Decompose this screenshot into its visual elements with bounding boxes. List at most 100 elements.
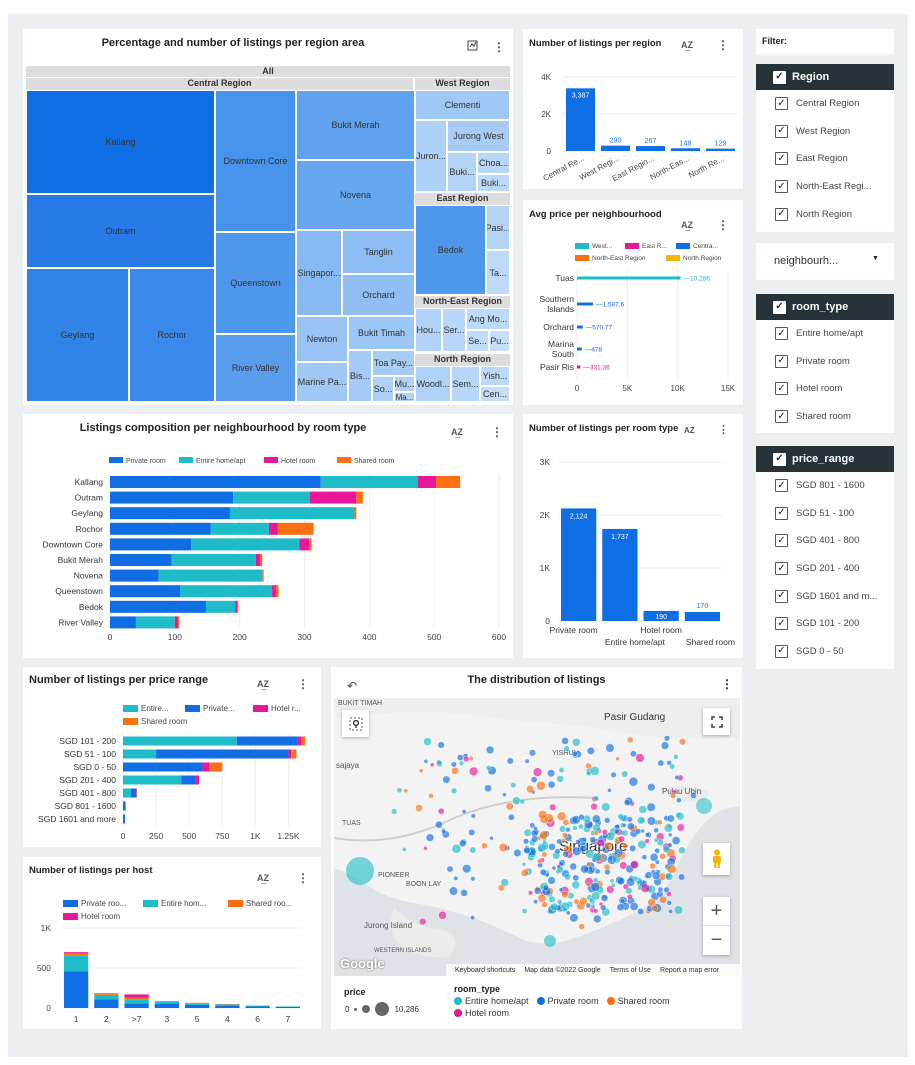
treemap-cell[interactable]: So... xyxy=(372,376,394,402)
room-type-filter-header[interactable]: ✓ room_type xyxy=(756,294,894,320)
treemap-root-label[interactable]: All xyxy=(26,66,510,77)
treemap-cell[interactable]: Newton xyxy=(296,316,348,362)
treemap-cell[interactable]: Rochor xyxy=(129,268,215,402)
checkbox[interactable]: ✓ xyxy=(775,479,788,493)
checkbox[interactable]: ✓ xyxy=(775,152,788,166)
region-option[interactable]: ✓ North-East Regi... xyxy=(756,173,894,201)
treemap-region-north[interactable]: North Region xyxy=(415,354,510,366)
bar-segment xyxy=(237,600,239,613)
treemap-cell[interactable]: Novena xyxy=(296,160,415,230)
more-options-icon[interactable]: ⋮ xyxy=(721,678,733,690)
checkbox[interactable]: ✓ xyxy=(775,589,788,603)
treemap-cell[interactable]: Jurong West xyxy=(447,120,510,152)
treemap-cell[interactable]: Hou... xyxy=(415,308,442,352)
region-filter-header[interactable]: ✓ Region xyxy=(756,64,894,90)
treemap-cell[interactable]: Kallang xyxy=(26,90,215,194)
room-type-option[interactable]: ✓ Hotel room xyxy=(756,375,894,403)
treemap-cell[interactable]: Tanglin xyxy=(342,230,415,274)
checkbox[interactable]: ✓ xyxy=(775,207,788,221)
treemap-cell[interactable]: Bedok xyxy=(415,205,486,295)
checkbox[interactable]: ✓ xyxy=(775,354,788,368)
treemap-cell[interactable]: Buki... xyxy=(477,174,510,192)
treemap-cell[interactable]: Pasi... xyxy=(486,205,510,250)
treemap-cell[interactable]: Bis... xyxy=(348,350,372,402)
treemap-cell[interactable]: Ta... xyxy=(486,250,510,295)
checkbox[interactable]: ✓ xyxy=(775,562,788,576)
treemap-cell[interactable]: Geylang xyxy=(26,268,129,402)
treemap-cell[interactable]: Cen... xyxy=(480,386,510,402)
treemap-cell[interactable]: Sem... xyxy=(451,366,480,402)
price-range-option[interactable]: ✓ SGD 401 - 800 xyxy=(756,527,894,555)
treemap-region-central[interactable]: Central Region xyxy=(26,78,413,90)
treemap-cell[interactable]: Ser... xyxy=(442,308,466,352)
checkbox[interactable]: ✓ xyxy=(775,506,788,520)
map-view[interactable]: Pasir Gudang Singapore Pulau Ubin YISHUN Jur… xyxy=(334,698,740,976)
price-range-option[interactable]: ✓ SGD 51 - 100 xyxy=(756,500,894,528)
more-options-icon[interactable]: ⋮ xyxy=(493,41,505,53)
treemap-region-northeast[interactable]: North-East Region xyxy=(415,296,510,308)
zoom-out-button[interactable]: − xyxy=(703,926,730,954)
checkbox[interactable]: ✓ xyxy=(775,410,788,424)
composition-chart: Private room Entire home/apt Hotel room Sha… xyxy=(43,457,506,642)
room-type-option[interactable]: ✓ Entire home/apt xyxy=(756,320,894,348)
street-view-icon[interactable] xyxy=(703,843,730,875)
map-canvas[interactable]: Pasir GudangSingaporePulau UbinYISHUNJur… xyxy=(334,698,740,976)
region-option[interactable]: ✓ North Region xyxy=(756,200,894,228)
treemap-region-west[interactable]: West Region xyxy=(415,78,510,90)
treemap-cell[interactable]: Downtown Core xyxy=(215,90,296,232)
treemap-cell[interactable]: Bukit Timah xyxy=(348,316,415,350)
reset-icon[interactable]: ↶ xyxy=(347,679,357,693)
treemap-region-east[interactable]: East Region xyxy=(415,193,510,205)
checkbox[interactable]: ✓ xyxy=(775,97,788,111)
treemap-cell[interactable]: River Valley xyxy=(215,334,296,402)
treemap-cell[interactable]: Choa... xyxy=(477,152,510,174)
treemap-cell[interactable]: Toa Pay... xyxy=(372,350,415,376)
location-icon[interactable] xyxy=(342,710,369,737)
treemap-cell[interactable]: Se... xyxy=(466,330,489,352)
price-range-option[interactable]: ✓ SGD 101 - 200 xyxy=(756,610,894,638)
treemap-cell[interactable]: Ma... xyxy=(394,392,415,402)
listing-point xyxy=(645,832,650,838)
price-range-option[interactable]: ✓ SGD 801 - 1600 xyxy=(756,472,894,500)
terms-link[interactable]: Terms of Use xyxy=(610,967,651,974)
chart-settings-icon[interactable] xyxy=(467,39,479,54)
price-range-option[interactable]: ✓ SGD 1601 and m... xyxy=(756,582,894,610)
treemap-cell[interactable]: Yish... xyxy=(480,366,510,386)
checkbox[interactable]: ✓ xyxy=(775,644,788,658)
treemap-cell[interactable]: Marine Pa... xyxy=(296,362,348,402)
checkbox[interactable]: ✓ xyxy=(775,180,788,194)
legend-label: Private roo... xyxy=(81,899,126,908)
treemap-cell[interactable]: Mu... xyxy=(394,376,415,392)
checkbox[interactable]: ✓ xyxy=(775,124,788,138)
checkbox[interactable]: ✓ xyxy=(775,534,788,548)
treemap-cell[interactable]: Orchard xyxy=(342,274,415,316)
treemap-cell[interactable]: Woodl... xyxy=(415,366,451,402)
legend-label: Entire home/apt xyxy=(196,458,245,465)
price-range-filter-header[interactable]: ✓ price_range xyxy=(756,446,894,472)
keyboard-shortcuts-link[interactable]: Keyboard shortcuts xyxy=(455,967,515,974)
checkbox[interactable]: ✓ xyxy=(775,382,788,396)
treemap-cell[interactable]: Juron... xyxy=(415,120,447,192)
checkbox[interactable]: ✓ xyxy=(775,617,788,631)
region-option[interactable]: ✓ East Region xyxy=(756,145,894,173)
zoom-in-button[interactable]: + xyxy=(703,897,730,926)
report-error-link[interactable]: Report a map error xyxy=(660,967,719,974)
neighbourhood-dropdown[interactable]: neighbourh... ▼ xyxy=(756,243,894,280)
treemap-cell[interactable]: Pu... xyxy=(489,330,510,352)
price-range-option[interactable]: ✓ SGD 0 - 50 xyxy=(756,638,894,666)
treemap-cell[interactable]: Ang Mo... xyxy=(466,308,510,330)
treemap-cell[interactable]: Queenstown xyxy=(215,232,296,334)
bar-segment xyxy=(124,1003,149,1008)
treemap-cell[interactable]: Clementi xyxy=(415,90,510,120)
checkbox[interactable]: ✓ xyxy=(775,327,788,341)
room-type-option[interactable]: ✓ Shared room xyxy=(756,403,894,431)
fullscreen-icon[interactable] xyxy=(703,708,730,735)
region-option[interactable]: ✓ West Region xyxy=(756,118,894,146)
treemap-cell[interactable]: Singapor... xyxy=(296,230,342,316)
price-range-option[interactable]: ✓ SGD 201 - 400 xyxy=(756,555,894,583)
treemap-cell[interactable]: Buki... xyxy=(447,152,477,192)
treemap-cell[interactable]: Outram xyxy=(26,194,215,268)
treemap-cell[interactable]: Bukit Merah xyxy=(296,90,415,160)
room-type-option[interactable]: ✓ Private room xyxy=(756,348,894,376)
region-option[interactable]: ✓ Central Region xyxy=(756,90,894,118)
